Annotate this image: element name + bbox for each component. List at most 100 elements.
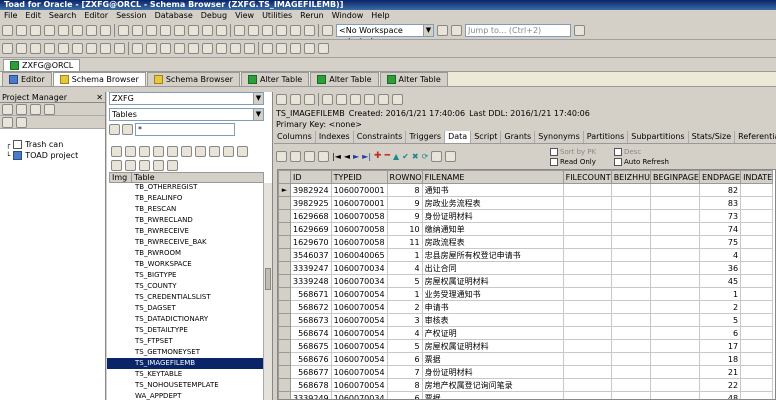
cell-filecount[interactable] (562, 183, 612, 197)
report-icon[interactable] (378, 93, 389, 105)
cell-typeid[interactable]: 1060070054 (330, 339, 388, 353)
cell-filecount[interactable] (562, 391, 612, 399)
tab-alter-table-3[interactable]: Alter Table (379, 72, 448, 86)
cell-id[interactable]: 3982924 (290, 183, 332, 197)
lock-icon[interactable] (304, 43, 315, 54)
auto-refresh-option[interactable]: Auto Refresh (614, 157, 669, 167)
cell-beginpage[interactable] (649, 183, 700, 197)
refresh-icon[interactable] (111, 159, 122, 171)
tab-schema-browser-2[interactable]: Schema Browser (146, 72, 240, 86)
sort-by-pk-checkbox[interactable] (550, 148, 558, 156)
menu-debug[interactable]: Debug (201, 10, 227, 22)
cell-indate[interactable] (740, 261, 774, 275)
cell-filecount[interactable] (562, 248, 612, 262)
cell-beizhhu[interactable] (610, 183, 651, 197)
grid-icon[interactable] (118, 25, 129, 36)
tab-subpartitions[interactable]: Subpartitions (628, 131, 689, 143)
window-icon[interactable] (132, 25, 143, 36)
schema-select[interactable]: ZXFG ▼ (109, 92, 264, 105)
filter-icon[interactable] (139, 159, 150, 171)
menu-editor[interactable]: Editor (84, 10, 108, 22)
column-header-typeid[interactable]: TYPEID (330, 170, 388, 184)
table-list-item[interactable]: TS_DETAILTYPE (107, 325, 263, 336)
filter-input[interactable]: * (135, 123, 235, 136)
paste-icon[interactable] (216, 43, 227, 54)
cell-endpage[interactable]: 74 (698, 222, 742, 236)
table-row[interactable]: 1629669 1060070058 10 缴纳通知单 74 (278, 222, 774, 236)
rollback-icon[interactable] (248, 25, 259, 36)
cell-endpage[interactable]: 17 (698, 339, 742, 353)
auto-refresh-checkbox[interactable] (614, 158, 622, 166)
jump-to-input[interactable]: Jump to... (Ctrl+2) (465, 24, 571, 37)
row-indicator[interactable] (278, 352, 291, 366)
table-row[interactable]: 568676 1060070054 6 票据 18 (278, 352, 774, 366)
cell-beginpage[interactable] (649, 352, 700, 366)
cell-beginpage[interactable] (649, 261, 700, 275)
cell-id[interactable]: 568677 (290, 365, 332, 379)
column-header-rowno[interactable]: ROWNO (386, 170, 423, 184)
tab-stats-size[interactable]: Stats/Size (689, 131, 736, 143)
cell-typeid[interactable]: 1060040065 (330, 248, 388, 262)
chevron-down-icon[interactable]: ▼ (423, 25, 433, 36)
cell-endpage[interactable]: 22 (698, 378, 742, 392)
cell-filename[interactable]: 房屋权属证明材料 (421, 339, 564, 353)
cut-icon[interactable] (188, 43, 199, 54)
forward-icon[interactable] (304, 93, 315, 105)
cell-filename[interactable]: 房政流程表 (421, 235, 564, 249)
filter-dropdown-icon[interactable] (122, 124, 133, 135)
row-indicator[interactable] (278, 287, 291, 301)
table-row[interactable]: 1629668 1060070058 9 身份证明材料 73 (278, 209, 774, 223)
column-header-beizhhu[interactable]: BEIZHHU (610, 170, 651, 184)
cell-indate[interactable] (740, 300, 774, 314)
load-icon[interactable] (100, 43, 111, 54)
tab-triggers[interactable]: Triggers (406, 131, 446, 143)
last-record-icon[interactable]: ►| (362, 152, 371, 161)
cell-beginpage[interactable] (649, 313, 700, 327)
cell-typeid[interactable]: 1060070054 (330, 300, 388, 314)
cell-beizhhu[interactable] (610, 196, 651, 210)
table-list-item[interactable]: TB_RWRECLAND (107, 215, 263, 226)
cell-rowno[interactable]: 5 (386, 274, 423, 288)
cell-filecount[interactable] (562, 196, 612, 210)
table-list-item[interactable]: TS_GETMONEYSET (107, 347, 263, 358)
cell-typeid[interactable]: 1060070034 (330, 391, 388, 399)
tab-alter-table-2[interactable]: Alter Table (310, 72, 379, 86)
disconnect-icon[interactable] (276, 25, 287, 36)
read-only-option[interactable]: Read Only (550, 157, 596, 167)
cell-beizhhu[interactable] (610, 248, 651, 262)
next-record-icon[interactable]: ► (353, 152, 359, 161)
cell-rowno[interactable]: 8 (386, 378, 423, 392)
edit-record-icon[interactable]: ▲ (393, 152, 399, 161)
table-row[interactable]: 1629670 1060070058 11 房政流程表 75 (278, 235, 774, 249)
cell-beginpage[interactable] (649, 287, 700, 301)
cell-filecount[interactable] (562, 300, 612, 314)
help-icon[interactable] (86, 25, 97, 36)
table-list-item[interactable]: TS_BIGTYPE (107, 270, 263, 281)
cell-beginpage[interactable] (649, 339, 700, 353)
comment-icon[interactable] (72, 43, 83, 54)
tab-constraints[interactable]: Constraints (354, 131, 407, 143)
chevron-down-icon[interactable]: ▼ (253, 109, 263, 120)
table-row[interactable]: 3339248 1060070034 5 房屋权属证明材料 45 (278, 274, 774, 288)
row-indicator[interactable] (278, 365, 291, 379)
delete-record-icon[interactable]: ━ (385, 151, 390, 161)
row-indicator[interactable] (278, 378, 291, 392)
cell-indate[interactable] (740, 391, 774, 399)
settings-icon[interactable] (290, 25, 301, 36)
cell-typeid[interactable]: 1060070058 (330, 222, 388, 236)
table-list-item[interactable]: TS_FTPSET (107, 336, 263, 347)
cell-endpage[interactable]: 6 (698, 326, 742, 340)
row-indicator[interactable] (278, 339, 291, 353)
cell-beginpage[interactable] (649, 209, 700, 223)
db-icon[interactable] (72, 25, 83, 36)
cell-endpage[interactable]: 36 (698, 261, 742, 275)
pin-icon[interactable]: ✕ (96, 92, 103, 102)
row-indicator[interactable] (278, 391, 291, 399)
uncomment-icon[interactable] (86, 43, 97, 54)
cell-endpage[interactable]: 4 (698, 248, 742, 262)
prior-record-icon[interactable]: ◄ (344, 152, 350, 161)
find-icon[interactable] (304, 150, 315, 162)
cell-rowno[interactable]: 6 (386, 352, 423, 366)
tab-grants[interactable]: Grants (501, 131, 536, 143)
cell-filename[interactable]: 票据 (421, 352, 564, 366)
